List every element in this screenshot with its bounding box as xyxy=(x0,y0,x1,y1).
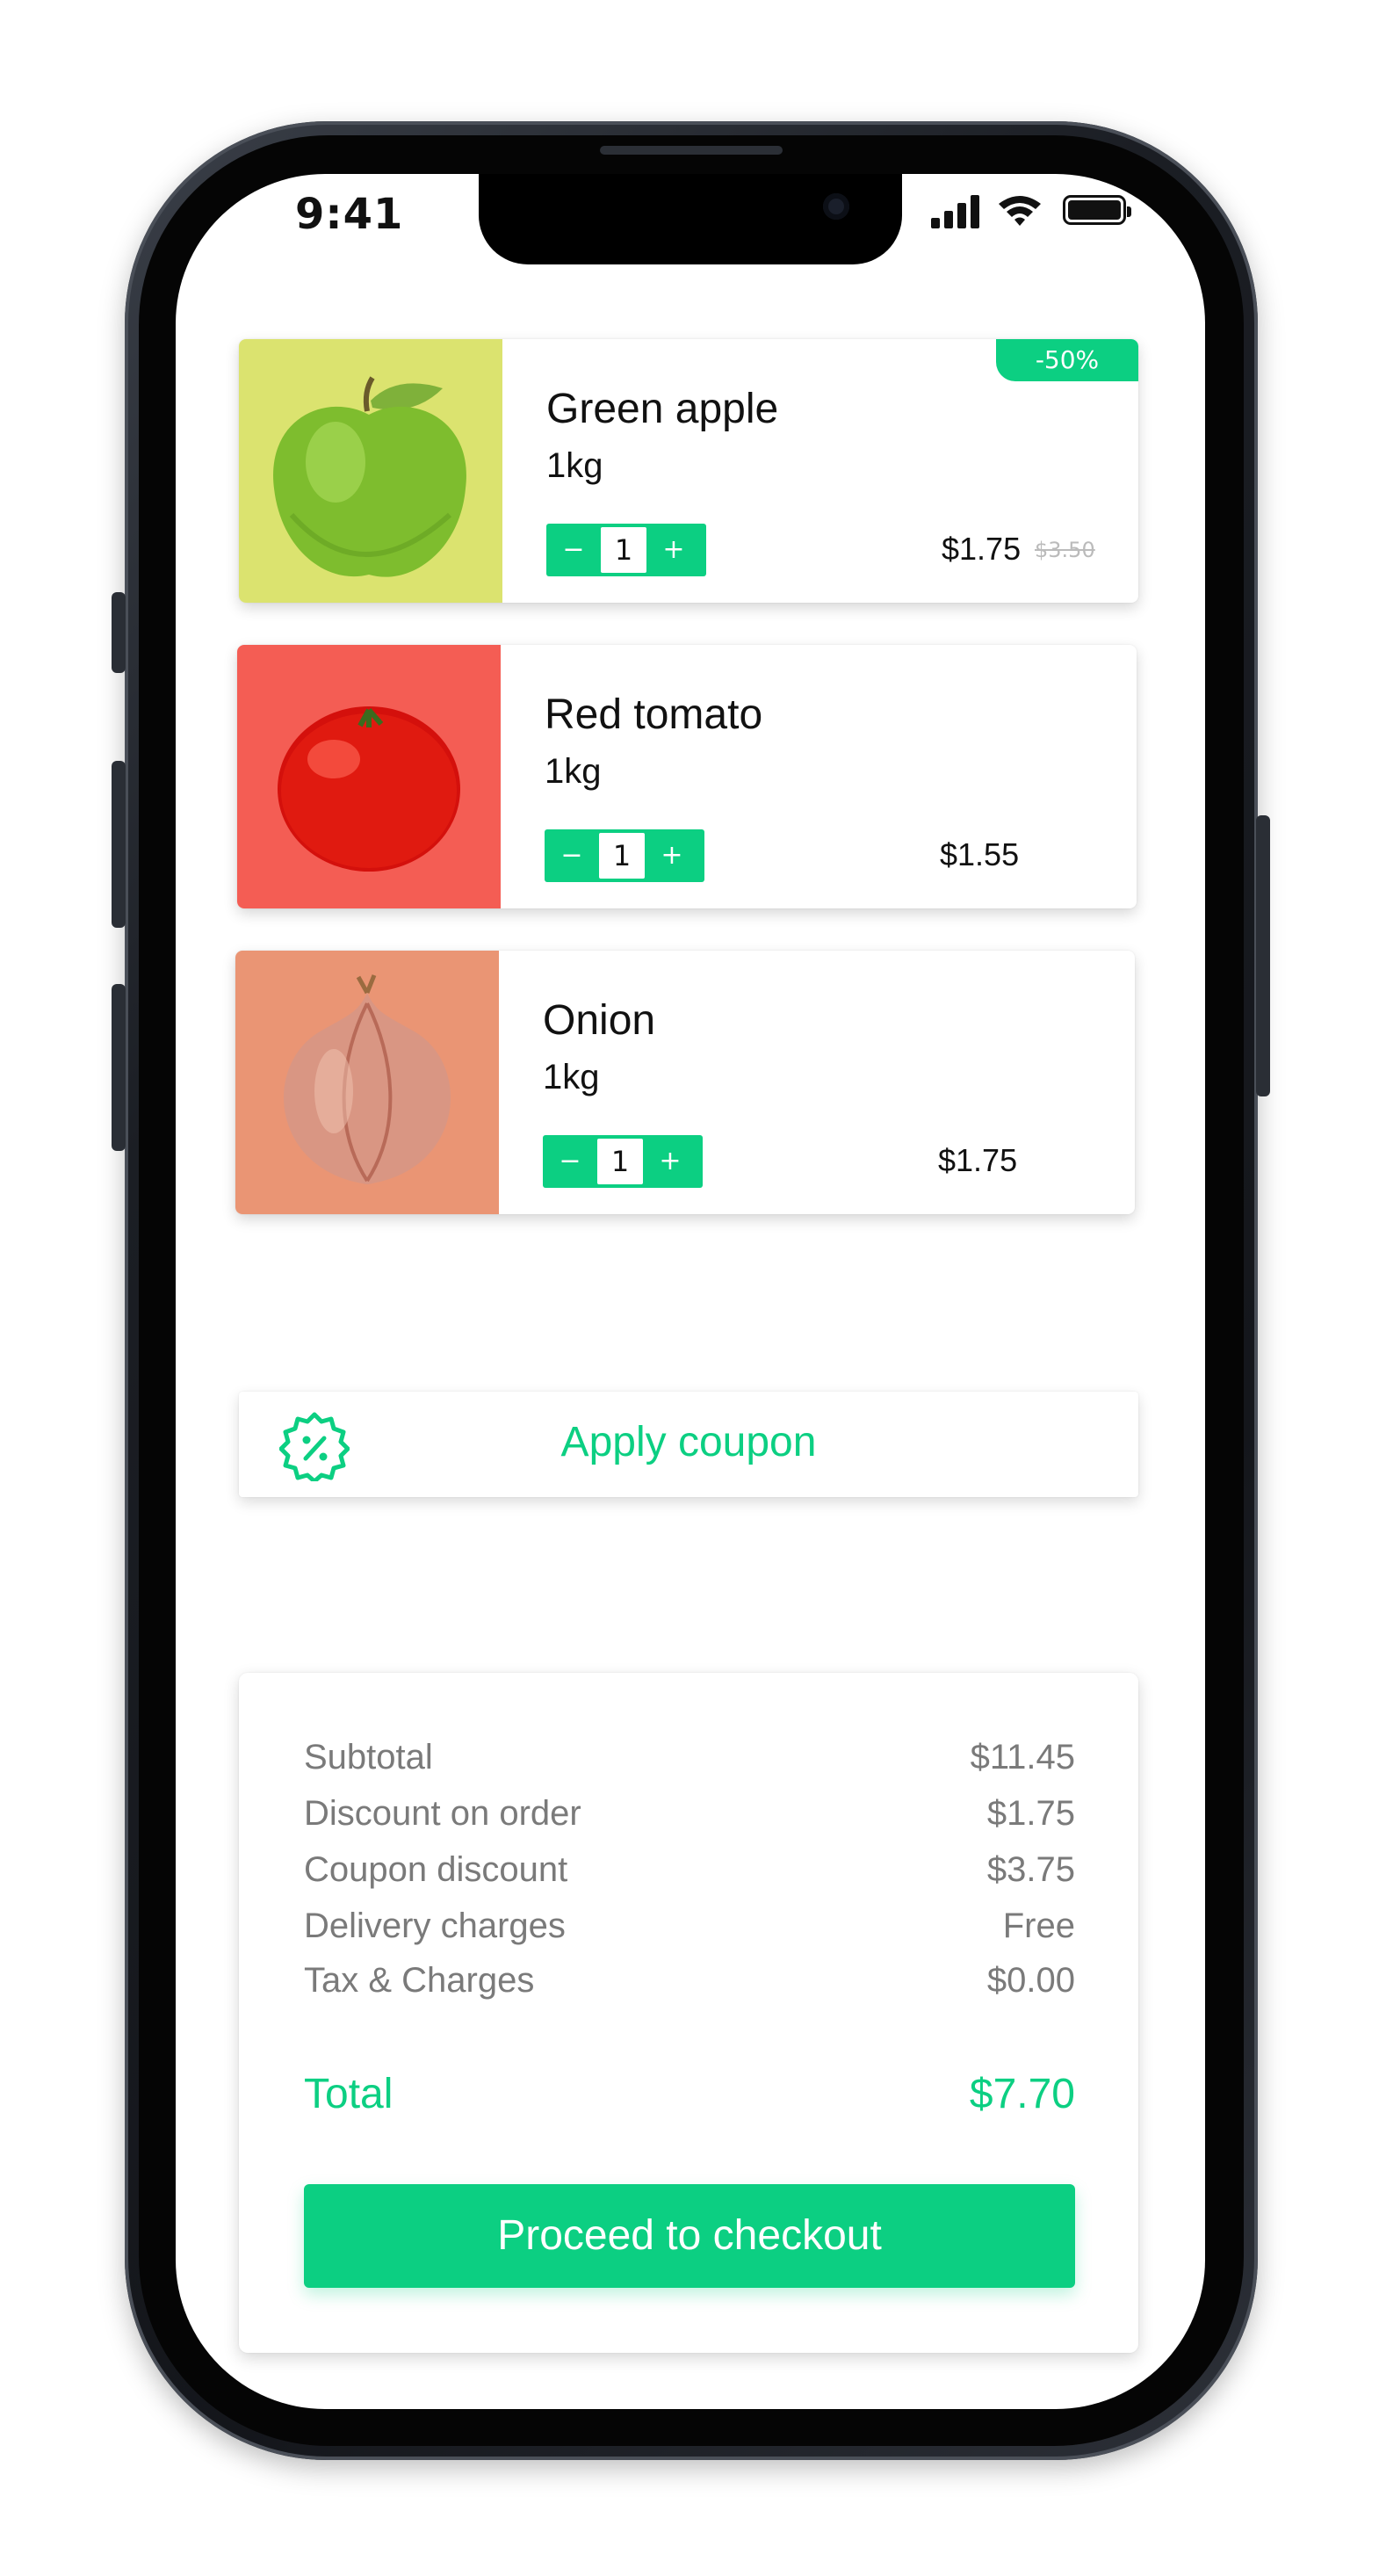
green-apple-image xyxy=(239,339,502,603)
decrease-quantity-button[interactable]: − xyxy=(543,1135,597,1188)
summary-row-tax: Tax & Charges $0.00 xyxy=(304,1961,1075,2001)
decrease-quantity-button[interactable]: − xyxy=(546,524,601,576)
wifi-icon xyxy=(999,196,1041,226)
summary-label: Subtotal xyxy=(304,1738,433,1776)
quantity-value[interactable]: 1 xyxy=(601,527,646,573)
increase-quantity-button[interactable]: + xyxy=(645,829,699,882)
front-camera xyxy=(823,193,849,220)
status-time: 9:41 xyxy=(295,190,404,239)
quantity-stepper: − 1 + xyxy=(545,829,704,882)
product-price: $1.75 xyxy=(942,531,1022,567)
apply-coupon-label: Apply coupon xyxy=(560,1419,817,1465)
summary-row-delivery: Delivery charges Free xyxy=(304,1907,1075,1946)
cellular-signal-icon xyxy=(931,193,984,228)
speaker-grille xyxy=(600,146,783,155)
cart-item-green-apple: Green apple 1kg − 1 + $1.75 $3.50 -50% xyxy=(239,339,1138,603)
summary-label: Coupon discount xyxy=(304,1850,568,1889)
summary-value: $0.00 xyxy=(986,1961,1075,2000)
quantity-stepper: − 1 + xyxy=(546,524,706,576)
increase-quantity-button[interactable]: + xyxy=(646,524,701,576)
summary-label: Delivery charges xyxy=(304,1907,566,1945)
total-value: $7.70 xyxy=(969,2071,1075,2117)
proceed-to-checkout-button[interactable]: Proceed to checkout xyxy=(304,2184,1075,2288)
product-price: $1.55 xyxy=(940,836,1020,872)
product-weight: 1kg xyxy=(546,446,603,485)
product-name: Green apple xyxy=(546,386,779,432)
cart-item-onion: Onion 1kg − 1 + $1.75 xyxy=(235,951,1135,1214)
summary-label: Discount on order xyxy=(304,1794,581,1833)
order-summary: Subtotal $11.45 Discount on order $1.75 … xyxy=(239,1673,1138,2353)
discount-badge: -50% xyxy=(996,339,1138,381)
cart-item-red-tomato: Red tomato 1kg − 1 + $1.55 xyxy=(237,645,1137,908)
summary-value: $1.75 xyxy=(986,1794,1075,1833)
summary-label: Tax & Charges xyxy=(304,1961,535,2000)
summary-value: $11.45 xyxy=(970,1738,1075,1776)
summary-total: Total $7.70 xyxy=(304,2070,1075,2118)
apply-coupon-button[interactable]: Apply coupon xyxy=(239,1392,1138,1497)
product-name: Red tomato xyxy=(545,691,763,738)
product-weight: 1kg xyxy=(543,1058,600,1096)
quantity-stepper: − 1 + xyxy=(543,1135,703,1188)
screen: 9:41 Green apple 1kg − 1 + $1.75 $3.50 -… xyxy=(176,174,1205,2409)
summary-value: $3.75 xyxy=(986,1850,1075,1889)
increase-quantity-button[interactable]: + xyxy=(643,1135,697,1188)
product-name: Onion xyxy=(543,997,656,1044)
decrease-quantity-button[interactable]: − xyxy=(545,829,599,882)
summary-value: Free xyxy=(1002,1907,1075,1945)
red-tomato-image xyxy=(237,645,501,908)
volume-down-button xyxy=(112,984,126,1151)
battery-icon xyxy=(1063,195,1131,225)
summary-row-coupon-discount: Coupon discount $3.75 xyxy=(304,1850,1075,1890)
quantity-value[interactable]: 1 xyxy=(599,833,645,879)
summary-row-order-discount: Discount on order $1.75 xyxy=(304,1794,1075,1834)
quantity-value[interactable]: 1 xyxy=(597,1139,643,1184)
volume-up-button xyxy=(112,761,126,928)
product-weight: 1kg xyxy=(545,752,602,791)
summary-row-subtotal: Subtotal $11.45 xyxy=(304,1738,1075,1777)
power-button xyxy=(1256,815,1270,1096)
product-price: $1.75 xyxy=(938,1142,1018,1178)
total-label: Total xyxy=(304,2071,393,2117)
notch xyxy=(479,174,902,264)
mute-switch xyxy=(112,592,126,673)
original-price: $3.50 xyxy=(1035,538,1095,562)
onion-image xyxy=(235,951,499,1214)
